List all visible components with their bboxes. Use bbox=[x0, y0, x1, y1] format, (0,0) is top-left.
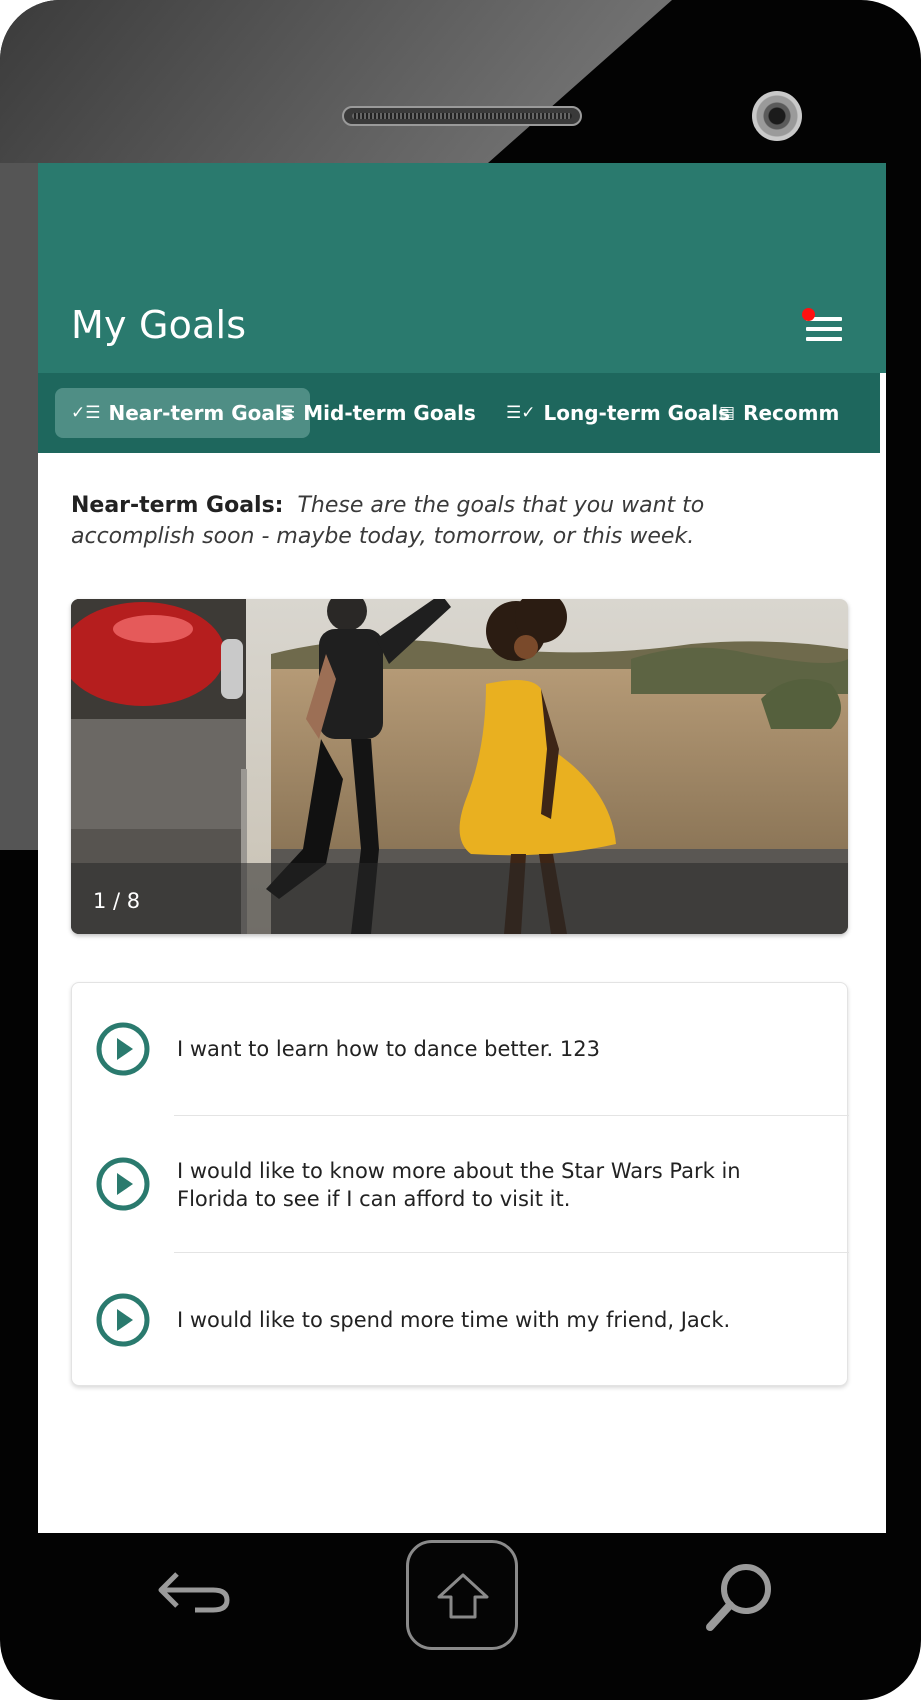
goal-text: I would like to know more about the Star… bbox=[177, 1159, 741, 1211]
tab-label: Recomm bbox=[743, 401, 840, 425]
back-arrow-icon[interactable] bbox=[155, 1560, 235, 1620]
notification-dot bbox=[802, 308, 815, 321]
page-title: My Goals bbox=[71, 303, 247, 347]
app-screen: My Goals ✓☰ Near-term Goals ☰ Mid-term G… bbox=[38, 163, 886, 1533]
goal-text: I want to learn how to dance better. 123 bbox=[177, 1037, 600, 1061]
phone-frame: My Goals ✓☰ Near-term Goals ☰ Mid-term G… bbox=[0, 0, 921, 1700]
home-icon bbox=[437, 1573, 489, 1619]
goal-tabs: ✓☰ Near-term Goals ☰ Mid-term Goals ☰✓ L… bbox=[38, 373, 880, 453]
hamburger-menu-bar bbox=[806, 337, 842, 341]
tab-mid-term-goals[interactable]: ☰ Mid-term Goals bbox=[264, 388, 492, 438]
search-icon[interactable] bbox=[700, 1555, 780, 1635]
earpiece-speaker bbox=[342, 106, 582, 126]
goal-list: I want to learn how to dance better. 123… bbox=[71, 982, 849, 1387]
front-camera bbox=[752, 91, 802, 141]
carousel-caption-bar bbox=[71, 863, 848, 934]
goal-image-carousel[interactable]: 1 / 8 bbox=[71, 599, 848, 934]
goal-item[interactable]: I would like to spend more time with my … bbox=[72, 1253, 849, 1387]
section-intro: Near-term Goals: These are the goals tha… bbox=[71, 490, 831, 552]
intro-heading: Near-term Goals: bbox=[71, 493, 284, 518]
tab-label: Mid-term Goals bbox=[303, 401, 476, 425]
play-circle-icon[interactable] bbox=[96, 1293, 150, 1347]
play-circle-icon[interactable] bbox=[96, 1157, 150, 1211]
list-icon: ☰ bbox=[280, 403, 296, 423]
carousel-counter: 1 / 8 bbox=[93, 889, 141, 913]
checklist-icon: ✓☰ bbox=[71, 403, 101, 423]
document-list-icon: ▤ bbox=[719, 403, 736, 423]
app-header: My Goals bbox=[38, 163, 886, 373]
goal-text: I would like to spend more time with my … bbox=[177, 1308, 731, 1332]
home-button[interactable] bbox=[406, 1540, 518, 1650]
hamburger-menu-bar bbox=[806, 327, 842, 331]
goal-item[interactable]: I want to learn how to dance better. 123 bbox=[72, 983, 849, 1115]
checklist-done-icon: ☰✓ bbox=[506, 403, 536, 423]
menu-button[interactable] bbox=[798, 303, 846, 351]
play-circle-icon[interactable] bbox=[96, 1022, 150, 1076]
goal-item[interactable]: I would like to know more about the Star… bbox=[72, 1116, 849, 1252]
tab-recommendations[interactable]: ▤ Recomm bbox=[703, 388, 855, 438]
